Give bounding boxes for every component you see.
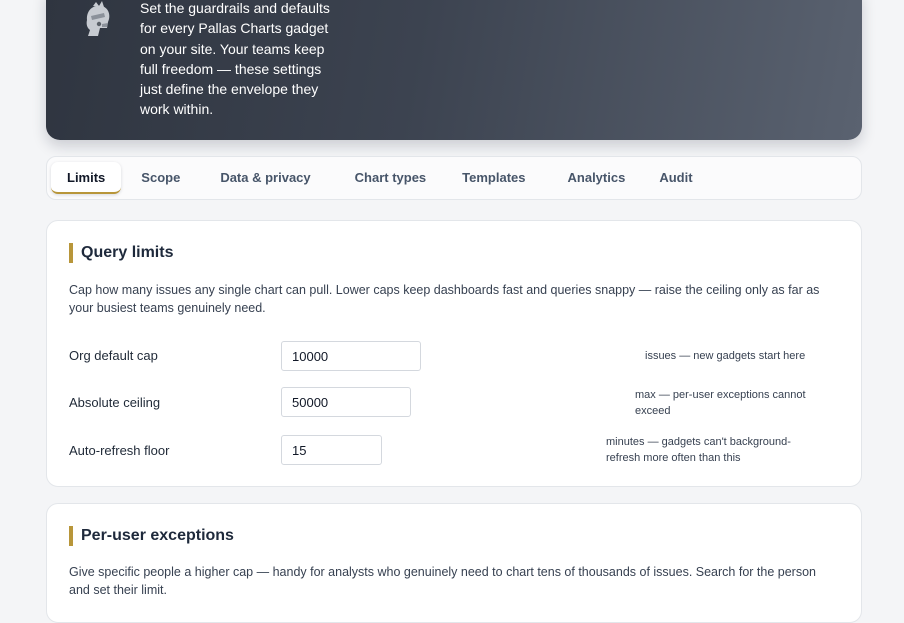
org-default-cap-input[interactable] <box>281 341 421 371</box>
hero-description: Set the guardrails and defaults for ever… <box>140 0 330 118</box>
org-default-cap-hint: issues — new gadgets start here <box>645 350 806 362</box>
tab-limits[interactable]: Limits <box>51 162 122 194</box>
absolute-ceiling-input[interactable] <box>281 387 411 417</box>
auto-refresh-floor-hint: minutes — gadgets can't background-refre… <box>606 436 791 464</box>
pallas-helmet-icon <box>86 1 110 36</box>
per-user-exceptions-title: Per-user exceptions <box>69 526 234 546</box>
tab-scope[interactable]: Scope <box>125 162 196 194</box>
query-limits-title: Query limits <box>69 243 173 263</box>
tab-templates[interactable]: Templates <box>446 162 541 194</box>
per-user-exceptions-card: Per-user exceptions Give specific people… <box>46 503 862 623</box>
auto-refresh-floor-input[interactable] <box>281 435 382 465</box>
absolute-ceiling-label: Absolute ceiling <box>69 395 161 410</box>
tab-chart-types[interactable]: Chart types <box>339 162 443 194</box>
per-user-exceptions-description: Give specific people a higher cap — hand… <box>69 565 816 597</box>
tab-analytics[interactable]: Analytics <box>552 162 642 194</box>
tab-audit[interactable]: Audit <box>643 162 708 194</box>
query-limits-card: Query limits Cap how many issues any sin… <box>46 220 862 487</box>
absolute-ceiling-hint: max — per-user exceptions cannot exceed <box>635 389 806 417</box>
query-limits-description: Cap how many issues any single chart can… <box>69 283 820 315</box>
auto-refresh-floor-label: Auto-refresh floor <box>69 443 170 458</box>
hero-banner: Set the guardrails and defaults for ever… <box>46 0 862 140</box>
settings-tabs: Limits Scope Data & privacy Chart types … <box>46 156 862 200</box>
tab-data-privacy[interactable]: Data & privacy <box>204 162 326 194</box>
org-default-cap-label: Org default cap <box>69 348 158 363</box>
